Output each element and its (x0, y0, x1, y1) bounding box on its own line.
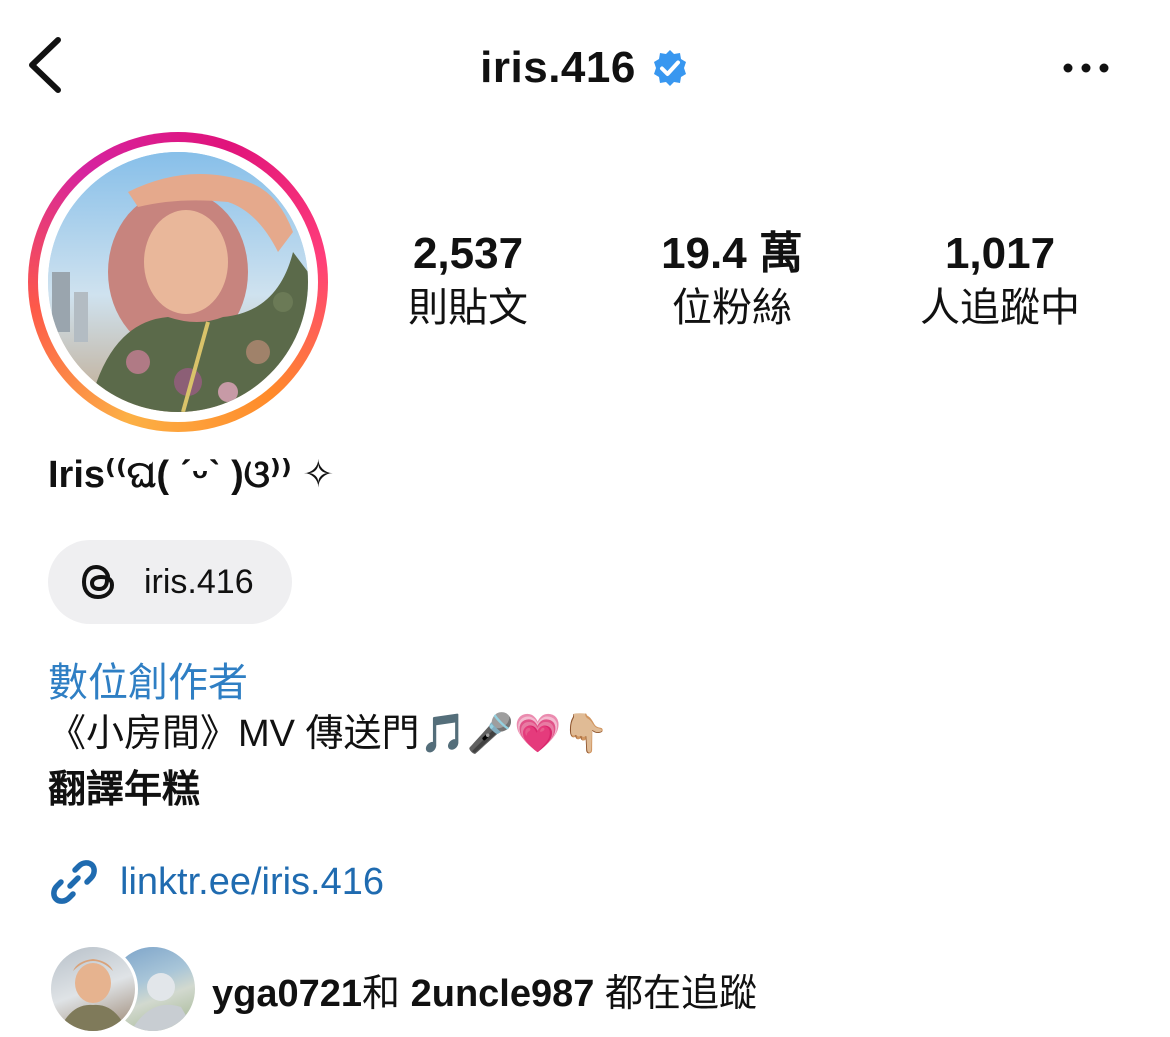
mutual-follower-avatar-1 (48, 944, 138, 1034)
profile-username: iris.416 (480, 43, 636, 92)
mutual-followers-text[interactable]: yga0721和 2uncle987 都在追蹤 (212, 962, 757, 1017)
followers-count[interactable]: 19.4 萬 位粉絲 (622, 228, 842, 334)
mutual-suffix: 都在追蹤 (604, 973, 757, 1015)
profile-category: 數位創作者 (48, 661, 248, 705)
posts-count-label: 則貼文 (408, 286, 528, 330)
mutual-follower-1[interactable]: yga0721 (212, 973, 362, 1015)
back-chevron-icon[interactable] (22, 30, 70, 100)
link-text: linktr.ee/iris.416 (120, 860, 385, 903)
profile-link[interactable]: linktr.ee/iris.416 (48, 856, 384, 908)
following-count-value: 1,017 (944, 229, 1056, 278)
bio-line-2: 翻譯年糕 (48, 769, 201, 811)
following-count[interactable]: 1,017 人追蹤中 (890, 228, 1110, 334)
link-icon (51, 860, 97, 904)
posts-count[interactable]: 2,537 則貼文 (358, 228, 578, 334)
followers-count-value: 19.4 萬 (661, 229, 803, 278)
threads-badge-button[interactable]: iris.416 (48, 540, 292, 624)
threads-icon (81, 564, 115, 600)
threads-handle: iris.416 (144, 562, 254, 601)
mutual-follower-2[interactable]: 2uncle987 (411, 973, 595, 1015)
bio-line-1: 《小房間》MV 傳送門🎵🎤💗👇🏼 (48, 713, 609, 755)
avatar-illustration (48, 152, 308, 412)
mutual-connector: 和 (362, 973, 401, 1015)
mutual-followers-avatars[interactable] (48, 944, 198, 1034)
display-name: Iris⁽⁽ଘ( ˊᵕˋ )ଓ⁾⁾ ✧ (48, 454, 335, 496)
following-count-label: 人追蹤中 (920, 286, 1080, 330)
posts-count-value: 2,537 (412, 229, 524, 278)
more-options-icon[interactable] (1058, 50, 1118, 86)
verified-badge-icon (653, 50, 686, 86)
profile-avatar[interactable] (48, 152, 308, 412)
followers-count-label: 位粉絲 (672, 286, 792, 330)
profile-header: iris.416 (0, 36, 1170, 100)
